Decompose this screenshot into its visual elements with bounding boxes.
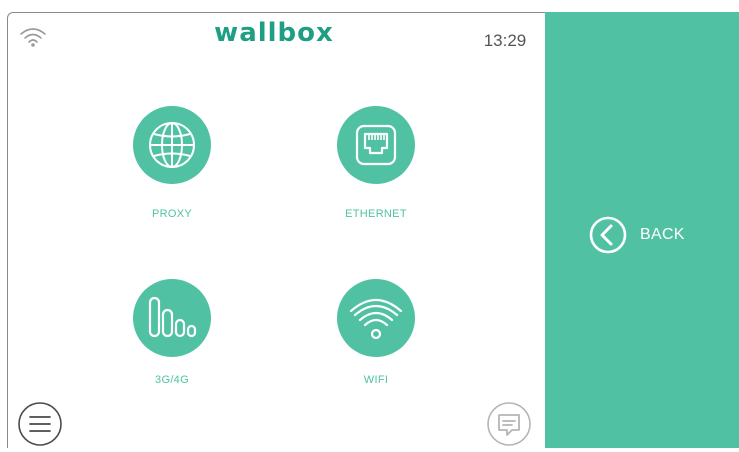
wifi-label: WIFI xyxy=(363,374,389,386)
connectivity-panel xyxy=(7,12,545,448)
ethernet-port-icon xyxy=(355,124,397,166)
ethernet-button[interactable] xyxy=(337,106,415,184)
menu-icon xyxy=(18,402,62,446)
globe-icon xyxy=(149,122,195,168)
brand-logo: wallbox xyxy=(214,18,334,48)
cellular-signal-icon xyxy=(148,296,197,338)
ethernet-option[interactable]: ETHERNET xyxy=(296,106,456,226)
wifi-button[interactable] xyxy=(337,279,415,357)
back-button[interactable]: BACK xyxy=(588,214,698,256)
chat-icon xyxy=(487,402,531,446)
chevron-left-circle-icon xyxy=(589,216,627,254)
wifi-option[interactable]: WIFI xyxy=(296,279,456,399)
clock-time: 13:29 xyxy=(483,31,527,50)
cellular-option[interactable]: 3G/4G xyxy=(92,279,252,399)
proxy-button[interactable] xyxy=(133,106,211,184)
back-label: BACK xyxy=(640,226,685,243)
cellular-label: 3G/4G xyxy=(155,374,189,386)
charger-screen: wallbox 13:29 PROXY ETHERNET 3G/4G WIFI … xyxy=(0,0,739,448)
ethernet-label: ETHERNET xyxy=(345,208,407,220)
proxy-label: PROXY xyxy=(151,208,192,220)
top-strip xyxy=(0,0,739,12)
proxy-option[interactable]: PROXY xyxy=(92,106,252,226)
menu-button[interactable] xyxy=(17,401,63,447)
chat-button[interactable] xyxy=(486,401,532,447)
wifi-icon xyxy=(349,298,403,340)
cellular-button[interactable] xyxy=(133,279,211,357)
wifi-signal-icon xyxy=(18,26,48,48)
